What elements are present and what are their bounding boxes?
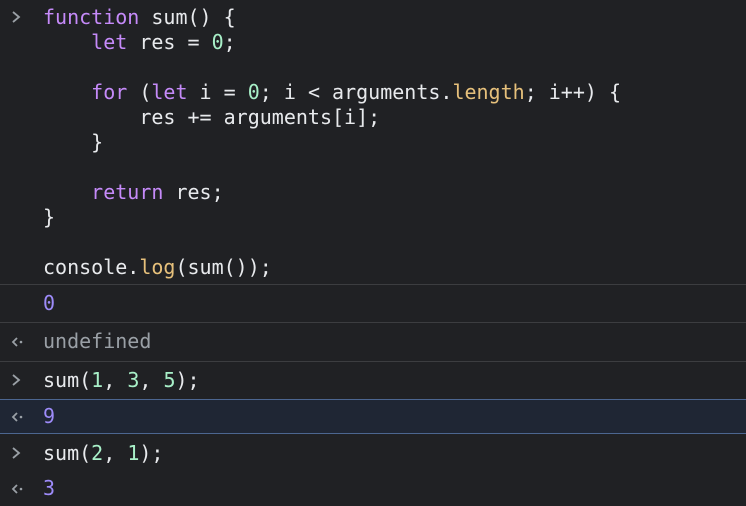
code-token: , bbox=[103, 368, 128, 392]
chevron-right-icon bbox=[10, 373, 34, 387]
code-token: ; i < arguments. bbox=[259, 80, 453, 104]
return-value: 9 bbox=[43, 404, 56, 428]
chevron-right-icon bbox=[10, 446, 34, 460]
code-token: (sum()); bbox=[175, 255, 272, 279]
code-line: return res; bbox=[43, 180, 621, 205]
code-token: return bbox=[91, 180, 164, 204]
code-block[interactable]: function sum() { let res = 0; for (let i… bbox=[43, 5, 621, 280]
code-token: 2 bbox=[91, 441, 104, 465]
code-token: function bbox=[43, 5, 140, 29]
code-token: , bbox=[139, 368, 164, 392]
return-arrow-icon bbox=[10, 335, 34, 349]
code-token: ; i++) { bbox=[524, 80, 622, 104]
code-token: let bbox=[151, 80, 188, 104]
code-token: 1 bbox=[127, 441, 140, 465]
code-line: for (let i = 0; i < arguments.length; i+… bbox=[43, 80, 621, 105]
code-line: res += arguments[i]; bbox=[43, 105, 621, 130]
code-token: 3 bbox=[127, 368, 140, 392]
code-token: 5 bbox=[163, 368, 176, 392]
code-token: i = bbox=[187, 80, 248, 104]
command-input-text[interactable]: sum(2, 1); bbox=[43, 441, 163, 466]
return-arrow-icon bbox=[10, 482, 34, 496]
code-token: ( bbox=[127, 80, 152, 104]
return-arrow-icon bbox=[10, 410, 34, 424]
console-return-row-selected: 9 bbox=[0, 399, 746, 434]
code-line: console.log(sum()); bbox=[43, 255, 621, 280]
log-output-value: 0 bbox=[43, 291, 56, 315]
code-token: res = bbox=[127, 30, 212, 54]
code-line: } bbox=[43, 205, 621, 230]
console-input-row[interactable]: sum(1, 3, 5); bbox=[0, 362, 746, 399]
console-log-row: 0 bbox=[0, 285, 746, 323]
devtools-console: function sum() { let res = 0; for (let i… bbox=[0, 0, 746, 506]
return-value-undefined: undefined bbox=[43, 329, 152, 353]
code-token: let bbox=[91, 30, 128, 54]
code-token: 0 bbox=[211, 30, 224, 54]
code-token: log bbox=[139, 255, 176, 279]
code-token: for bbox=[91, 80, 128, 104]
console-input-row[interactable]: function sum() { let res = 0; for (let i… bbox=[0, 0, 746, 285]
code-token: 1 bbox=[91, 368, 104, 392]
code-token: sum( bbox=[43, 441, 92, 465]
return-value: 3 bbox=[43, 476, 56, 500]
code-token: ); bbox=[175, 368, 200, 392]
code-token: res += arguments[i]; bbox=[43, 105, 381, 129]
code-token: sum( bbox=[43, 368, 92, 392]
code-token: length bbox=[452, 80, 525, 104]
code-token: ); bbox=[139, 441, 164, 465]
console-input-row[interactable]: sum(2, 1); bbox=[0, 434, 746, 472]
chevron-right-icon bbox=[10, 10, 34, 24]
code-token: ; bbox=[223, 30, 236, 54]
console-return-row: undefined bbox=[0, 323, 746, 362]
code-token: sum() { bbox=[139, 5, 236, 29]
code-token: 0 bbox=[247, 80, 260, 104]
code-line: function sum() { bbox=[43, 5, 621, 30]
code-token: res; bbox=[163, 180, 224, 204]
code-line: } bbox=[43, 130, 621, 155]
code-token: , bbox=[103, 441, 128, 465]
console-return-row: 3 bbox=[0, 472, 746, 506]
command-input-text[interactable]: sum(1, 3, 5); bbox=[43, 368, 200, 393]
code-token: } bbox=[43, 130, 104, 154]
code-token: console. bbox=[43, 255, 140, 279]
code-line: let res = 0; bbox=[43, 30, 621, 55]
code-token: } bbox=[43, 205, 56, 229]
